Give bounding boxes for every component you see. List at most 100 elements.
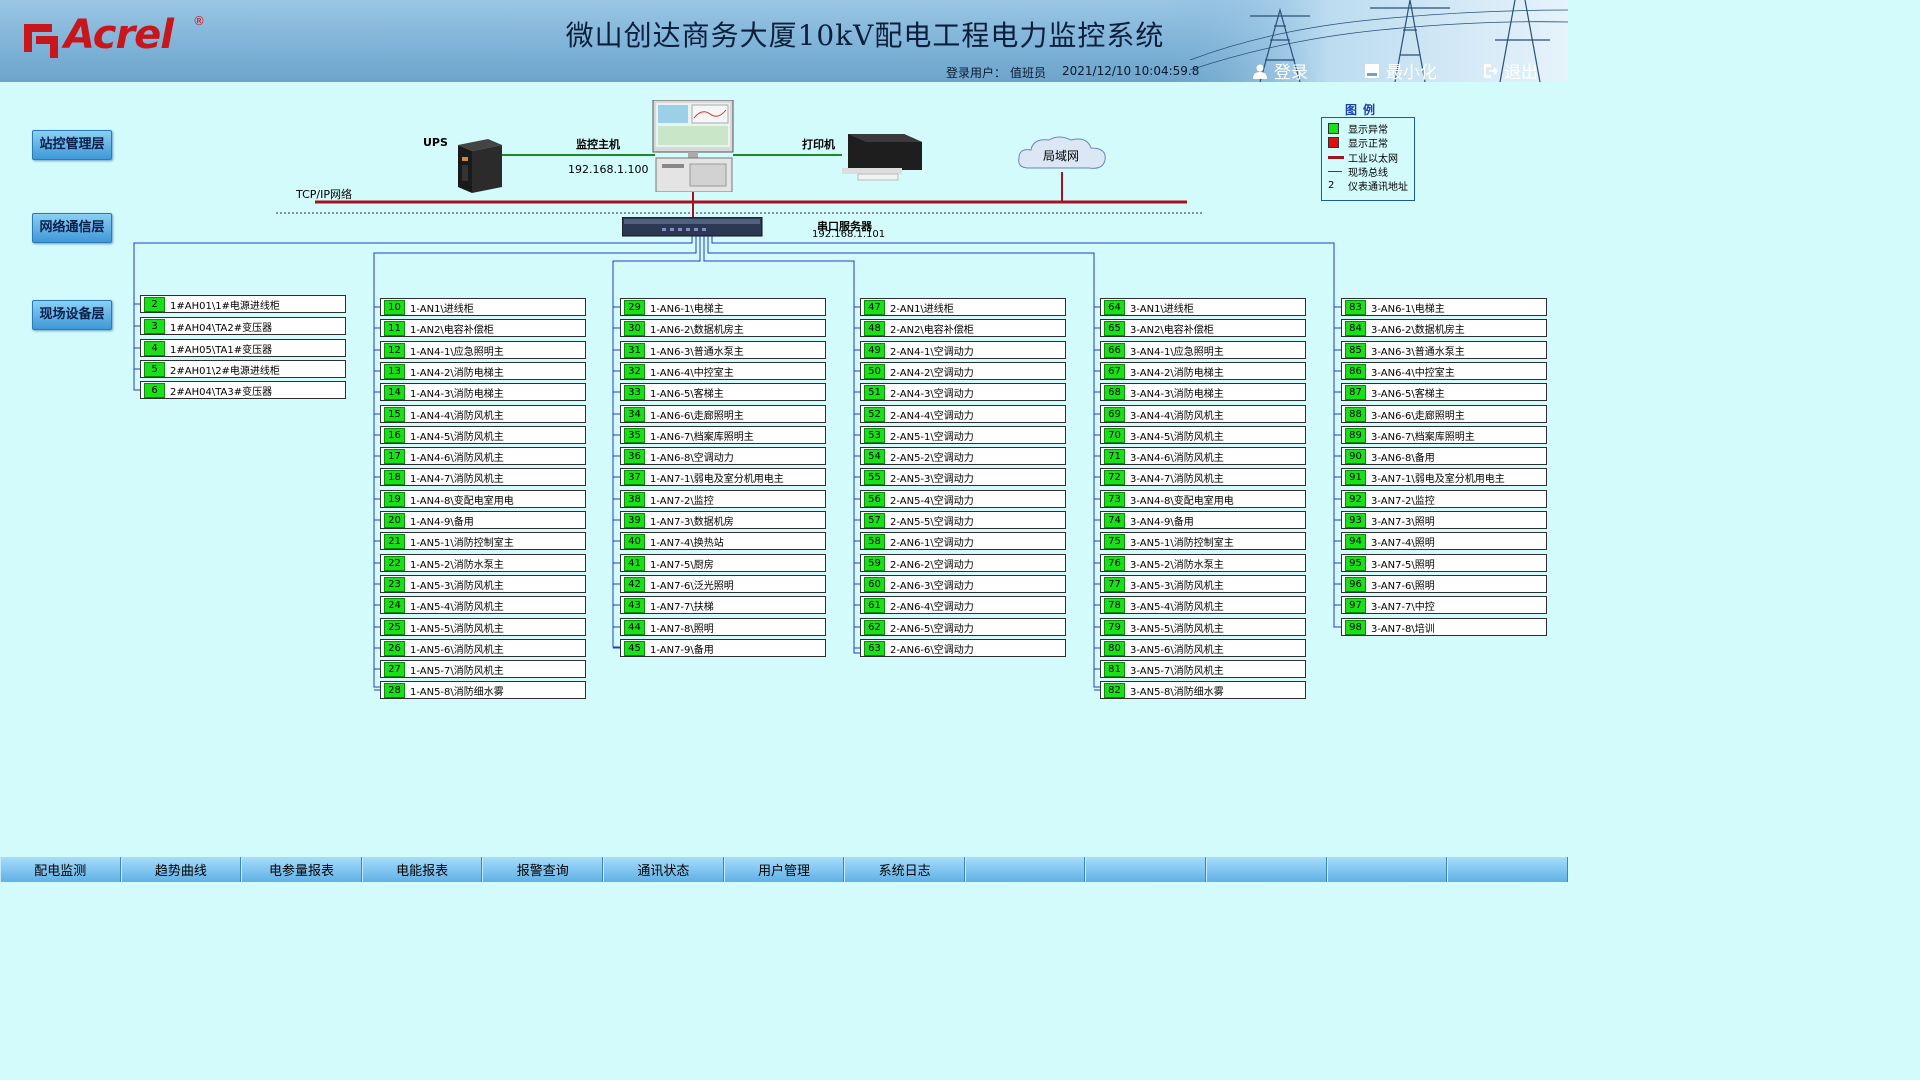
device-box[interactable]: 64 3-AN1\进线柜 — [1100, 298, 1306, 316]
device-box[interactable]: 6 2#AH04\TA3#变压器 — [140, 381, 346, 399]
device-box[interactable]: 56 2-AN5-4\空调动力 — [860, 490, 1066, 508]
device-box[interactable]: 55 2-AN5-3\空调动力 — [860, 468, 1066, 486]
device-box[interactable]: 66 3-AN4-1\应急照明主 — [1100, 341, 1306, 359]
exit-button[interactable]: 退出 — [1482, 58, 1538, 82]
device-box[interactable]: 28 1-AN5-8\消防细水雾 — [380, 681, 586, 699]
nav-item[interactable]: 电参量报表 — [241, 857, 362, 882]
layer-station-management[interactable]: 站控管理层 — [32, 130, 112, 160]
device-box[interactable]: 89 3-AN6-7\档案库照明主 — [1341, 426, 1547, 444]
device-box[interactable]: 19 1-AN4-8\变配电室用电 — [380, 490, 586, 508]
device-box[interactable]: 58 2-AN6-1\空调动力 — [860, 532, 1066, 550]
nav-item[interactable]: 报警查询 — [482, 857, 604, 882]
device-box[interactable]: 36 1-AN6-8\空调动力 — [620, 447, 826, 465]
device-box[interactable]: 75 3-AN5-1\消防控制室主 — [1100, 532, 1306, 550]
device-box[interactable]: 14 1-AN4-3\消防电梯主 — [380, 383, 586, 401]
nav-item[interactable]: 趋势曲线 — [120, 857, 242, 882]
device-box[interactable]: 50 2-AN4-2\空调动力 — [860, 362, 1066, 380]
device-box[interactable]: 62 2-AN6-5\空调动力 — [860, 618, 1066, 636]
nav-item[interactable] — [1447, 857, 1568, 882]
device-box[interactable]: 43 1-AN7-7\扶梯 — [620, 596, 826, 614]
device-box[interactable]: 11 1-AN2\电容补偿柜 — [380, 319, 586, 337]
device-box[interactable]: 77 3-AN5-3\消防风机主 — [1100, 575, 1306, 593]
nav-item[interactable] — [1326, 857, 1448, 882]
device-box[interactable]: 53 2-AN5-1\空调动力 — [860, 426, 1066, 444]
device-box[interactable]: 16 1-AN4-5\消防风机主 — [380, 426, 586, 444]
device-box[interactable]: 97 3-AN7-7\中控 — [1341, 596, 1547, 614]
device-box[interactable]: 3 1#AH04\TA2#变压器 — [140, 317, 346, 335]
device-box[interactable]: 5 2#AH01\2#电源进线柜 — [140, 360, 346, 378]
device-box[interactable]: 18 1-AN4-7\消防风机主 — [380, 468, 586, 486]
device-box[interactable]: 90 3-AN6-8\备用 — [1341, 447, 1547, 465]
device-box[interactable]: 92 3-AN7-2\监控 — [1341, 490, 1547, 508]
device-box[interactable]: 2 1#AH01\1#电源进线柜 — [140, 295, 346, 313]
serial-server-icon[interactable] — [622, 217, 764, 237]
nav-item[interactable]: 系统日志 — [844, 857, 965, 882]
device-box[interactable]: 23 1-AN5-3\消防风机主 — [380, 575, 586, 593]
device-box[interactable]: 76 3-AN5-2\消防水泵主 — [1100, 554, 1306, 572]
device-box[interactable]: 30 1-AN6-2\数据机房主 — [620, 319, 826, 337]
device-box[interactable]: 22 1-AN5-2\消防水泵主 — [380, 554, 586, 572]
device-box[interactable]: 35 1-AN6-7\档案库照明主 — [620, 426, 826, 444]
nav-item[interactable]: 电能报表 — [361, 857, 483, 882]
device-box[interactable]: 41 1-AN7-5\厨房 — [620, 554, 826, 572]
device-box[interactable]: 42 1-AN7-6\泛光照明 — [620, 575, 826, 593]
device-box[interactable]: 61 2-AN6-4\空调动力 — [860, 596, 1066, 614]
device-box[interactable]: 73 3-AN4-8\变配电室用电 — [1100, 490, 1306, 508]
nav-item[interactable]: 用户管理 — [723, 857, 845, 882]
device-box[interactable]: 34 1-AN6-6\走廊照明主 — [620, 405, 826, 423]
device-box[interactable]: 52 2-AN4-4\空调动力 — [860, 405, 1066, 423]
device-box[interactable]: 48 2-AN2\电容补偿柜 — [860, 319, 1066, 337]
login-button[interactable]: 登录 — [1252, 58, 1308, 82]
device-box[interactable]: 67 3-AN4-2\消防电梯主 — [1100, 362, 1306, 380]
device-box[interactable]: 51 2-AN4-3\空调动力 — [860, 383, 1066, 401]
device-box[interactable]: 54 2-AN5-2\空调动力 — [860, 447, 1066, 465]
device-box[interactable]: 68 3-AN4-3\消防电梯主 — [1100, 383, 1306, 401]
device-box[interactable]: 87 3-AN6-5\客梯主 — [1341, 383, 1547, 401]
device-box[interactable]: 12 1-AN4-1\应急照明主 — [380, 341, 586, 359]
device-box[interactable]: 88 3-AN6-6\走廊照明主 — [1341, 405, 1547, 423]
printer-icon[interactable] — [838, 130, 926, 182]
device-box[interactable]: 63 2-AN6-6\空调动力 — [860, 639, 1066, 657]
device-box[interactable]: 20 1-AN4-9\备用 — [380, 511, 586, 529]
device-box[interactable]: 40 1-AN7-4\换热站 — [620, 532, 826, 550]
device-box[interactable]: 69 3-AN4-4\消防风机主 — [1100, 405, 1306, 423]
device-box[interactable]: 21 1-AN5-1\消防控制室主 — [380, 532, 586, 550]
device-box[interactable]: 45 1-AN7-9\备用 — [620, 639, 826, 657]
device-box[interactable]: 59 2-AN6-2\空调动力 — [860, 554, 1066, 572]
device-box[interactable]: 57 2-AN5-5\空调动力 — [860, 511, 1066, 529]
device-box[interactable]: 49 2-AN4-1\空调动力 — [860, 341, 1066, 359]
device-box[interactable]: 93 3-AN7-3\照明 — [1341, 511, 1547, 529]
device-box[interactable]: 80 3-AN5-6\消防风机主 — [1100, 639, 1306, 657]
device-box[interactable]: 98 3-AN7-8\培训 — [1341, 618, 1547, 636]
device-box[interactable]: 84 3-AN6-2\数据机房主 — [1341, 319, 1547, 337]
device-box[interactable]: 17 1-AN4-6\消防风机主 — [380, 447, 586, 465]
layer-network-communication[interactable]: 网络通信层 — [32, 213, 112, 243]
device-box[interactable]: 83 3-AN6-1\电梯主 — [1341, 298, 1547, 316]
host-computer-icon[interactable] — [652, 100, 736, 192]
device-box[interactable]: 25 1-AN5-5\消防风机主 — [380, 618, 586, 636]
device-box[interactable]: 96 3-AN7-6\照明 — [1341, 575, 1547, 593]
device-box[interactable]: 15 1-AN4-4\消防风机主 — [380, 405, 586, 423]
device-box[interactable]: 29 1-AN6-1\电梯主 — [620, 298, 826, 316]
device-box[interactable]: 70 3-AN4-5\消防风机主 — [1100, 426, 1306, 444]
device-box[interactable]: 27 1-AN5-7\消防风机主 — [380, 660, 586, 678]
device-box[interactable]: 60 2-AN6-3\空调动力 — [860, 575, 1066, 593]
device-box[interactable]: 82 3-AN5-8\消防细水雾 — [1100, 681, 1306, 699]
ups-icon[interactable] — [454, 137, 504, 193]
device-box[interactable]: 26 1-AN5-6\消防风机主 — [380, 639, 586, 657]
minimize-button[interactable]: 最小化 — [1364, 58, 1437, 82]
nav-item[interactable]: 配电监测 — [0, 857, 121, 882]
device-box[interactable]: 10 1-AN1\进线柜 — [380, 298, 586, 316]
device-box[interactable]: 81 3-AN5-7\消防风机主 — [1100, 660, 1306, 678]
nav-item[interactable] — [964, 857, 1086, 882]
device-box[interactable]: 74 3-AN4-9\备用 — [1100, 511, 1306, 529]
device-box[interactable]: 37 1-AN7-1\弱电及室分机用电主 — [620, 468, 826, 486]
device-box[interactable]: 86 3-AN6-4\中控室主 — [1341, 362, 1547, 380]
device-box[interactable]: 85 3-AN6-3\普通水泵主 — [1341, 341, 1547, 359]
nav-item[interactable] — [1085, 857, 1207, 882]
device-box[interactable]: 71 3-AN4-6\消防风机主 — [1100, 447, 1306, 465]
device-box[interactable]: 47 2-AN1\进线柜 — [860, 298, 1066, 316]
device-box[interactable]: 91 3-AN7-1\弱电及室分机用电主 — [1341, 468, 1547, 486]
nav-item[interactable]: 通讯状态 — [603, 857, 724, 882]
device-box[interactable]: 94 3-AN7-4\照明 — [1341, 532, 1547, 550]
